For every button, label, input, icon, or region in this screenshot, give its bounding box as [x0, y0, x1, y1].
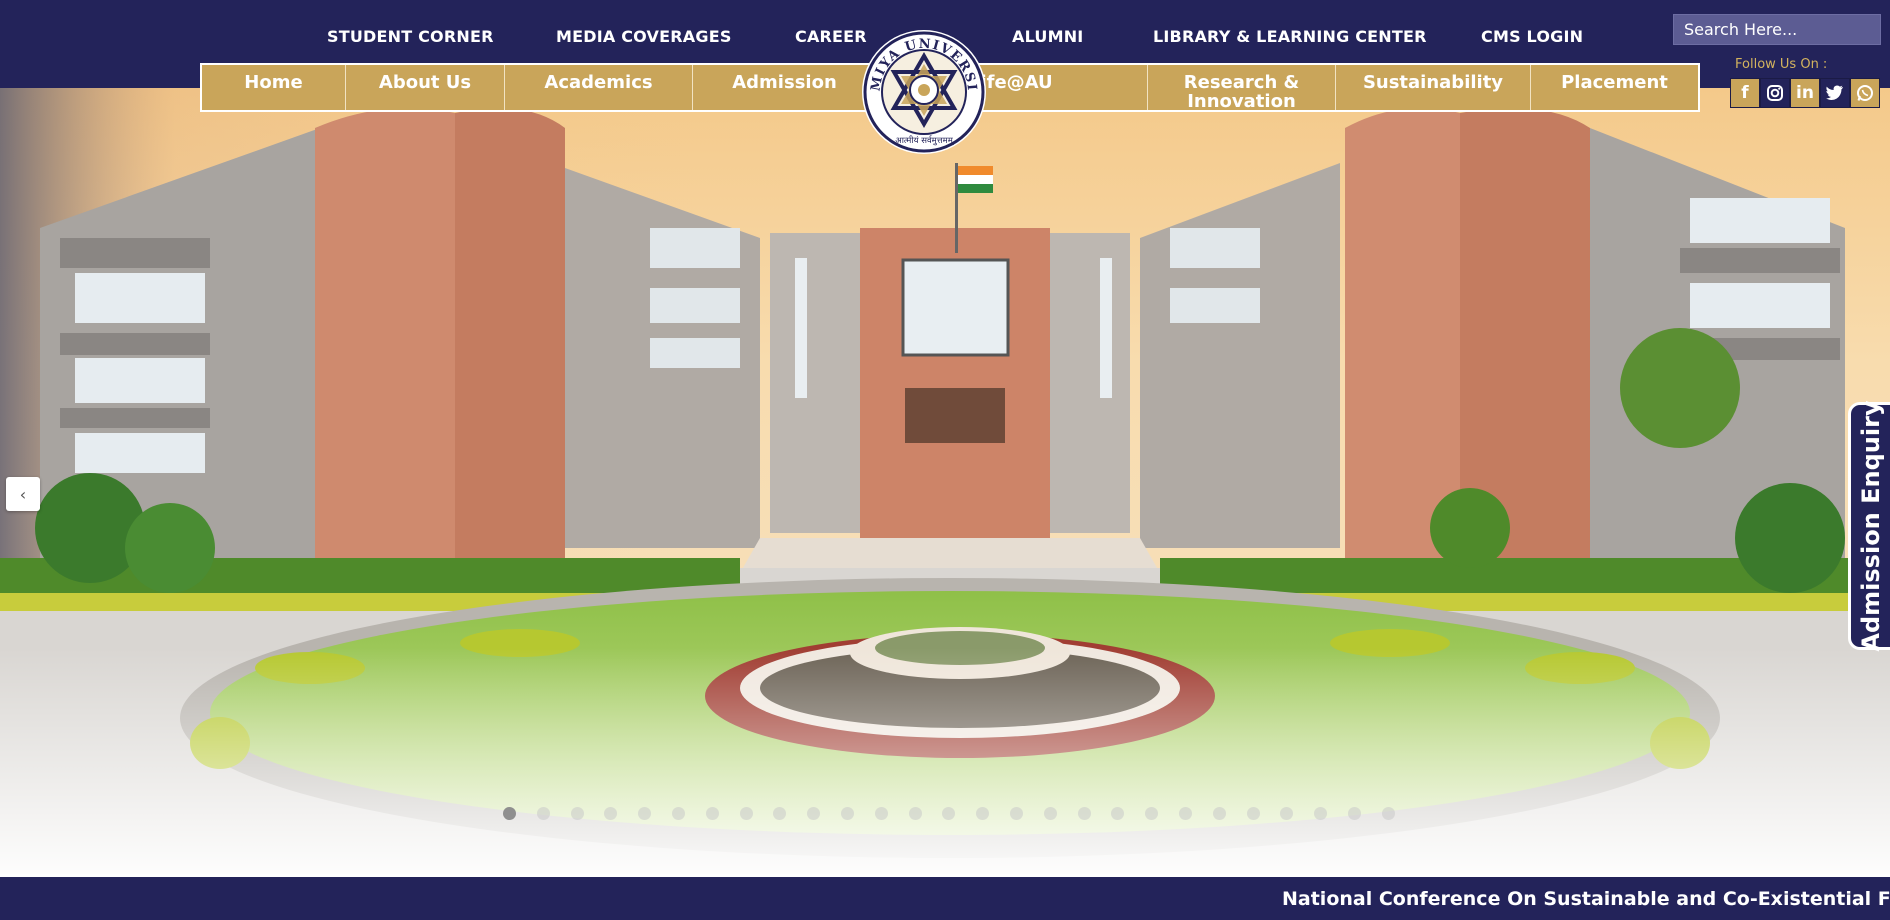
top-link-cms-login[interactable]: CMS LOGIN: [1481, 27, 1583, 46]
nav-research-innovation[interactable]: Research & Innovation: [1148, 65, 1336, 111]
social-links: f in: [1730, 78, 1880, 108]
admission-enquiry-label: Admission Enquiry: [1857, 400, 1885, 652]
slider-dot[interactable]: [976, 807, 990, 820]
instagram-icon[interactable]: [1760, 78, 1790, 108]
slider-dot[interactable]: [1111, 807, 1125, 820]
slider-dot[interactable]: [705, 807, 719, 820]
admission-enquiry-tab[interactable]: Admission Enquiry: [1848, 400, 1890, 652]
slider-dot[interactable]: [1145, 807, 1159, 820]
linkedin-icon[interactable]: in: [1790, 78, 1820, 108]
slider-dot[interactable]: [841, 807, 854, 820]
slider-dot[interactable]: [942, 807, 956, 820]
news-ticker: National Conference On Sustainable and C…: [0, 874, 1890, 920]
nav-about-us[interactable]: About Us: [346, 65, 505, 110]
twitter-icon[interactable]: [1820, 78, 1850, 108]
ticker-text[interactable]: National Conference On Sustainable and C…: [1282, 888, 1890, 910]
slider-dot[interactable]: [1043, 807, 1057, 820]
slider-dot[interactable]: [1010, 807, 1023, 820]
top-link-media-coverages[interactable]: MEDIA COVERAGES: [556, 27, 732, 46]
search-input[interactable]: [1673, 14, 1881, 45]
slider-dot[interactable]: [874, 807, 888, 820]
university-logo[interactable]: ATMIYA UNIVERSITY आत्मीयं सर्वमुत्तमम्: [854, 17, 988, 156]
follow-us-label: Follow Us On :: [1735, 57, 1828, 72]
logo-motto: आत्मीयं सर्वमुत्तमम्: [895, 135, 955, 146]
slider-dot[interactable]: [672, 807, 685, 820]
hero-slider: [0, 88, 1890, 874]
slider-dot[interactable]: [1348, 807, 1361, 820]
top-link-student-corner[interactable]: STUDENT CORNER: [327, 27, 494, 46]
nav-academics[interactable]: Academics: [505, 65, 693, 110]
slider-dot[interactable]: [1280, 807, 1294, 820]
slider-dot[interactable]: [807, 807, 821, 820]
slider-dot[interactable]: [1246, 807, 1260, 820]
slider-dot[interactable]: [604, 807, 618, 820]
slider-prev-button[interactable]: ‹: [6, 477, 40, 511]
campus-photo: [0, 88, 1890, 874]
slider-dot[interactable]: [773, 807, 787, 820]
top-link-library[interactable]: LIBRARY & LEARNING CENTER: [1153, 27, 1427, 46]
slider-dot[interactable]: [739, 807, 753, 820]
page: STUDENT CORNER MEDIA COVERAGES CAREER AL…: [0, 0, 1890, 920]
slider-dot[interactable]: [1381, 807, 1395, 820]
slider-dot[interactable]: [908, 807, 922, 820]
slider-dot[interactable]: [570, 807, 584, 820]
slider-dot[interactable]: [536, 807, 550, 820]
slider-dot[interactable]: [638, 807, 652, 820]
slider-dot[interactable]: [1314, 807, 1328, 820]
slider-dot[interactable]: [503, 807, 516, 820]
top-link-career[interactable]: CAREER: [795, 27, 867, 46]
nav-placement[interactable]: Placement: [1531, 65, 1698, 110]
whatsapp-icon[interactable]: [1850, 78, 1880, 108]
slider-dots: [503, 807, 1403, 821]
nav-admission[interactable]: Admission: [693, 65, 877, 110]
top-link-alumni[interactable]: ALUMNI: [1012, 27, 1083, 46]
nav-home[interactable]: Home: [202, 65, 346, 110]
nav-sustainability[interactable]: Sustainability: [1336, 65, 1531, 110]
slider-dot[interactable]: [1212, 807, 1226, 820]
slider-dot[interactable]: [1179, 807, 1192, 820]
slider-dot[interactable]: [1077, 807, 1091, 820]
facebook-icon[interactable]: f: [1730, 78, 1760, 108]
